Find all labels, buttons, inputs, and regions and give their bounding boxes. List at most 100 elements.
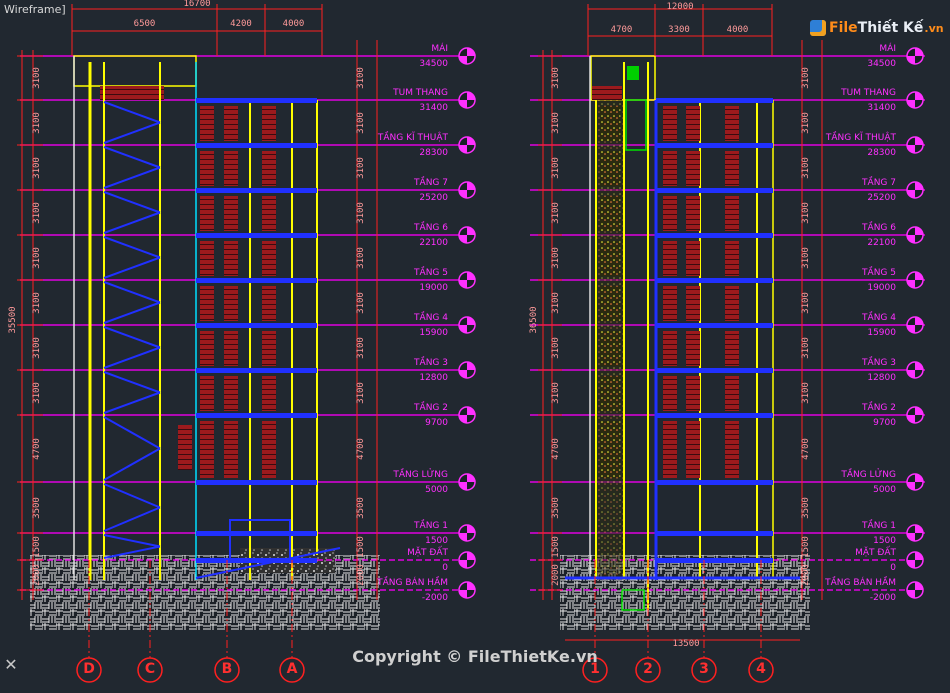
dim-floor-height: 3500 — [551, 496, 561, 519]
level-elevation: 5000 — [873, 485, 896, 495]
dim-floor-height: 3100 — [551, 111, 561, 134]
dim-right-bay: 4000 — [726, 25, 749, 35]
level-elevation: 19000 — [867, 283, 896, 293]
dim-floor-height: 2000 — [32, 564, 42, 586]
level-elevation: 22100 — [419, 238, 448, 248]
level-name: TẦNG 2 — [862, 403, 896, 413]
dim-floor-height-inner: 3100 — [356, 111, 366, 134]
dim-floor-height: 3100 — [551, 246, 561, 269]
level-elevation: -2000 — [421, 593, 448, 603]
dim-floor-height: 3100 — [32, 201, 42, 224]
dim-floor-height-inner: 3100 — [356, 156, 366, 179]
dim-floor-height: 2000 — [551, 564, 561, 586]
level-elevation: 15900 — [867, 328, 896, 338]
dim-floor-height: 3100 — [32, 336, 42, 359]
level-elevation: 34500 — [419, 59, 448, 69]
level-name: TẦNG KĨ THUẬT — [377, 133, 448, 143]
dim-floor-height-inner: 2000 — [356, 564, 366, 586]
dim-left-bay: 4000 — [282, 19, 305, 29]
level-name: TẦNG 4 — [414, 313, 448, 323]
dim-floor-height-inner: 3500 — [356, 496, 366, 519]
level-name: TẦNG LỬNG — [841, 470, 896, 480]
dim-left-overall-width: 16700 — [183, 0, 211, 9]
dim-floor-height-inner: 3100 — [801, 336, 811, 359]
level-elevation: 25200 — [419, 193, 448, 203]
dim-floor-height-inner: 3100 — [801, 111, 811, 134]
level-elevation: 5000 — [425, 485, 448, 495]
level-name: TẦNG 5 — [414, 268, 448, 278]
level-name: TẦNG 7 — [414, 178, 448, 188]
logo-text-vn: .vn — [924, 21, 944, 35]
dim-floor-height: 3100 — [32, 246, 42, 269]
level-name: TẦNG 2 — [414, 403, 448, 413]
level-name: TẦNG 7 — [862, 178, 896, 188]
dim-floor-height-inner: 3100 — [801, 201, 811, 224]
dim-floor-height-inner: 3100 — [801, 381, 811, 404]
dim-floor-height-inner: 1500 — [356, 535, 366, 558]
dim-floor-height: 3100 — [32, 381, 42, 404]
level-name: TẦNG 6 — [414, 223, 448, 233]
level-name: TẦNG 3 — [862, 358, 896, 368]
level-elevation: 19000 — [419, 283, 448, 293]
level-elevation: -2000 — [869, 593, 896, 603]
dim-floor-height-inner: 3100 — [356, 381, 366, 404]
level-elevation: 0 — [442, 563, 448, 573]
dim-floor-height: 3100 — [32, 111, 42, 134]
level-name: MẶT ĐẤT — [407, 548, 448, 558]
dim-floor-height: 4700 — [551, 437, 561, 460]
dim-floor-height: 3500 — [32, 496, 42, 519]
right-building — [565, 55, 800, 611]
dim-left-bay: 4200 — [230, 19, 252, 29]
level-name: MÁI — [431, 44, 448, 54]
logo-text-file: File — [829, 20, 858, 36]
dim-floor-height-inner: 3100 — [801, 246, 811, 269]
dim-right-bay: 3300 — [668, 25, 690, 35]
dim-floor-height: 3100 — [551, 291, 561, 314]
level-name: TẦNG 6 — [862, 223, 896, 233]
dim-floor-height-inner: 3100 — [801, 67, 811, 89]
level-name: TUM THANG — [393, 88, 448, 98]
dim-floor-height-inner: 2000 — [801, 564, 811, 586]
dim-left-bay: 6500 — [133, 19, 156, 29]
level-name: TẦNG 1 — [414, 521, 448, 531]
dim-floor-height-inner: 1500 — [801, 535, 811, 558]
dim-floor-height-inner: 3100 — [801, 291, 811, 314]
cad-viewport[interactable]: Wireframe] 16700 6500 4200 4000 12000 47… — [0, 0, 950, 693]
level-name: MÁI — [879, 44, 896, 54]
level-elevation: 12800 — [419, 373, 448, 383]
dim-floor-height: 3100 — [551, 201, 561, 224]
dim-floor-height: 3100 — [32, 156, 42, 179]
copyright-watermark: Copyright © FileThietKe.vn — [352, 647, 598, 666]
dim-floor-height-inner: 4700 — [356, 437, 366, 460]
level-name: TẦNG BÁN HẦM — [825, 578, 896, 588]
level-elevation: 9700 — [425, 418, 448, 428]
dim-floor-height: 3100 — [551, 381, 561, 404]
level-elevation: 31400 — [867, 103, 896, 113]
level-elevation: 0 — [890, 563, 896, 573]
dim-floor-height: 1500 — [551, 535, 561, 558]
level-name: TẦNG 5 — [862, 268, 896, 278]
dim-right-bay: 4700 — [610, 25, 633, 35]
level-elevation: 1500 — [873, 536, 896, 546]
dim-floor-height: 3100 — [32, 291, 42, 314]
level-name: TẦNG 4 — [862, 313, 896, 323]
dim-floor-height-inner: 3100 — [356, 201, 366, 224]
level-elevation: 12800 — [867, 373, 896, 383]
dim-floor-height: 1500 — [32, 535, 42, 558]
dim-overall-height: 35500 — [8, 306, 18, 334]
dim-floor-height-inner: 3100 — [356, 67, 366, 89]
dim-floor-height: 3100 — [32, 67, 42, 89]
level-elevation: 31400 — [419, 103, 448, 113]
dim-floor-height: 3100 — [551, 67, 561, 89]
level-elevation: 9700 — [873, 418, 896, 428]
dim-floor-height: 3100 — [551, 156, 561, 179]
level-name: MẶT ĐẤT — [855, 548, 896, 558]
dim-floor-height-inner: 3100 — [356, 246, 366, 269]
dim-right-overall-width: 12000 — [666, 2, 694, 12]
site-logo: File Thiết Kế .vn — [810, 15, 944, 41]
dim-floor-height-inner: 3100 — [801, 156, 811, 179]
dim-floor-height: 3100 — [551, 336, 561, 359]
level-elevation: 1500 — [425, 536, 448, 546]
close-icon[interactable]: ✕ — [2, 656, 20, 674]
level-elevation: 28300 — [419, 148, 448, 158]
